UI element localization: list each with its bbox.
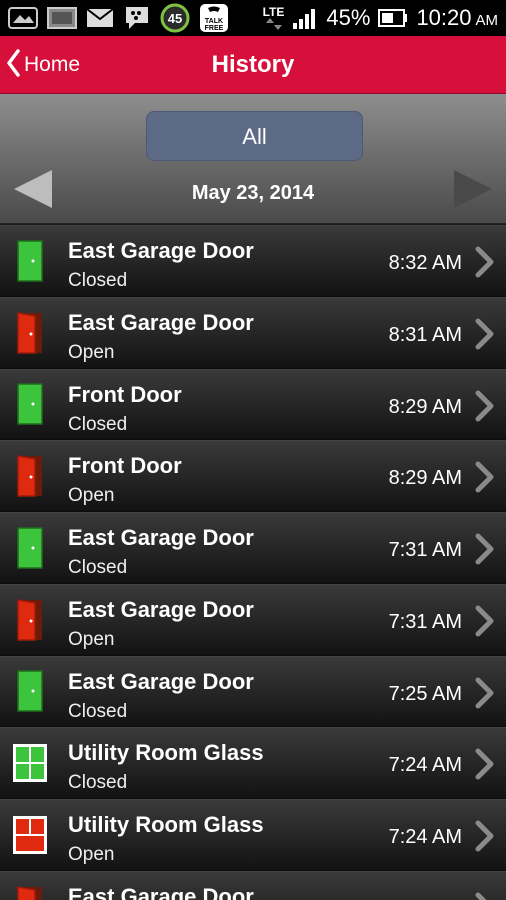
history-row[interactable]: Utility Room Glass Closed 7:24 AM [0,727,506,799]
door-closed-icon [12,669,48,713]
svg-text:TALK: TALK [205,18,223,25]
event-sensor-name: East Garage Door [68,596,254,622]
door-closed-icon [12,382,48,426]
bbm-icon [123,5,151,31]
event-time: 8:29 AM [388,467,462,490]
event-sensor-name: Front Door [68,381,182,407]
event-sensor-name: East Garage Door [68,238,254,263]
event-time: 7:24 AM [388,754,462,777]
current-date: May 23, 2014 [191,182,315,204]
chevron-right-icon [474,318,496,355]
event-time: 7:25 AM [388,682,462,705]
previous-day-button[interactable] [12,168,54,215]
chevron-left-icon [6,48,20,82]
event-time: 7:31 AM [388,539,462,561]
event-sensor-name: East Garage Door [68,668,254,694]
signal-icon [292,7,318,29]
chevron-right-icon [474,820,496,857]
window-closed-icon [12,741,48,785]
door-closed-icon [12,239,48,283]
history-row[interactable]: Utility Room Glass Open 7:24 AM [0,799,506,871]
history-row[interactable]: East Garage Door Closed 7:25 AM [0,655,506,728]
history-row[interactable]: Front Door Open 8:29 AM [0,440,506,512]
event-time: 7:24 AM [388,826,462,848]
chevron-right-icon [474,533,496,570]
event-state: Closed [68,557,128,578]
chevron-right-icon [474,677,496,714]
event-time: 7:31 AM [388,610,462,633]
next-day-button[interactable] [452,168,494,215]
battery-percent: 45% [326,5,371,30]
mail-icon [86,8,114,28]
history-row[interactable]: East Garage Door Open 8:31 AM [0,296,506,369]
event-state: Closed [68,270,128,291]
history-row[interactable]: Front Door Closed 8:29 AM [0,368,506,441]
event-sensor-name: East Garage Door [68,525,254,550]
door-open-icon [12,311,48,355]
event-state: Open [68,341,115,363]
door-open-icon [12,885,48,900]
event-state: Open [68,485,115,507]
door-open-icon [12,598,48,642]
history-row[interactable]: East Garage Door Open 7:31 AM [0,583,506,656]
back-label: Home [24,53,81,76]
history-row[interactable]: East Garage Door [0,870,506,900]
chevron-right-icon [474,461,496,498]
event-state: Open [68,844,115,865]
history-row[interactable]: East Garage Door Closed 7:31 AM [0,512,506,584]
event-state: Closed [68,700,128,722]
event-time: 8:32 AM [388,252,462,274]
window-open-icon [12,813,48,857]
event-time: 8:31 AM [388,323,462,346]
door-open-icon [12,454,48,498]
status-bar: 45 TALK FREE LTE 45% 10:20 AM [0,0,506,36]
history-row[interactable]: East Garage Door Closed 8:32 AM [0,225,506,297]
event-state: Closed [68,413,128,435]
image-icon [8,7,38,29]
counter-badge-icon: 45 [160,3,190,33]
svg-text:FREE: FREE [205,25,224,32]
door-closed-icon [12,526,48,570]
event-sensor-name: East Garage Door [68,309,254,335]
event-sensor-name: Utility Room Glass [68,740,264,766]
history-list: East Garage Door Closed 8:32 AM East Garage… [0,225,506,900]
event-sensor-name: Front Door [68,453,182,479]
event-sensor-name: East Garage Door [68,883,254,900]
chevron-right-icon [474,748,496,785]
back-button[interactable]: Home [6,36,80,94]
filter-panel: All May 23, 2014 [0,94,506,224]
app-header: Home History [0,36,506,94]
event-state: Closed [68,772,128,794]
event-sensor-name: Utility Room Glass [68,812,264,837]
battery-icon [378,9,408,27]
all-filter-button[interactable]: All [146,111,363,161]
chevron-right-icon [474,390,496,427]
svg-text:45: 45 [168,11,182,26]
network-indicator: LTE [263,6,284,30]
chevron-right-icon [474,892,496,900]
event-state: Open [68,628,115,650]
talk-free-icon: TALK FREE [199,3,229,33]
gallery-icon [47,7,77,29]
clock: 10:20 AM [416,5,498,30]
chevron-right-icon [474,246,496,283]
chevron-right-icon [474,605,496,642]
event-time: 8:29 AM [388,395,462,418]
